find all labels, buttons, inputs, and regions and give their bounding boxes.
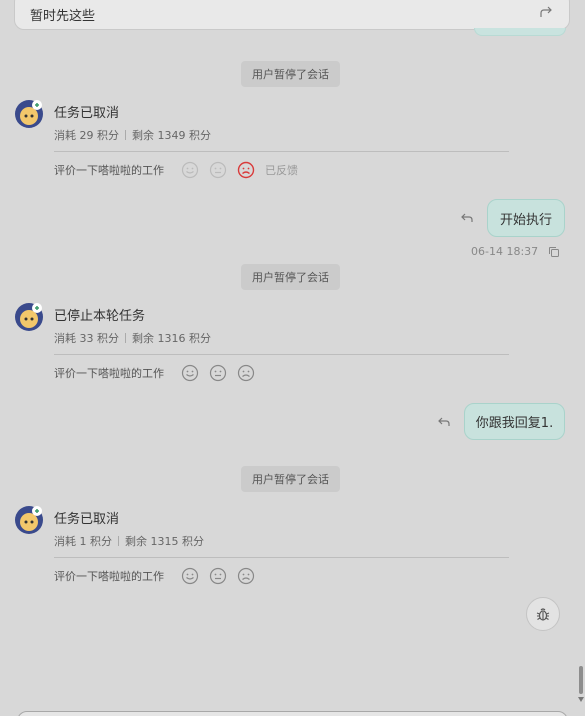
user-message-text: 开始执行: [499, 212, 552, 228]
reply-icon[interactable]: [460, 211, 474, 225]
credits-consumed: 消耗 1 积分: [54, 535, 112, 548]
scrollbar-thumb[interactable]: [579, 666, 583, 694]
share-arrow-icon[interactable]: [539, 5, 553, 19]
system-notice: 用户暂停了会话: [241, 264, 340, 290]
reply-icon[interactable]: [437, 415, 451, 429]
task-status-title: 任务已取消: [54, 106, 120, 121]
frown-icon[interactable]: [237, 567, 255, 585]
debug-button[interactable]: [526, 597, 560, 631]
credits-remaining: 剩余 1316 积分: [132, 332, 211, 345]
chat-page: 暂时先这些 用户暂停了会话 任务已取消 消耗 29 积分 剩余 1349 积分 评…: [0, 0, 585, 716]
credit-info: 消耗 29 积分 剩余 1349 积分: [54, 127, 211, 143]
assistant-avatar: [15, 506, 43, 534]
credit-info: 消耗 1 积分 剩余 1315 积分: [54, 533, 204, 549]
credits-consumed: 消耗 33 积分: [54, 332, 119, 345]
neutral-icon[interactable]: [209, 161, 227, 179]
neutral-icon[interactable]: [209, 567, 227, 585]
assistant-avatar: [15, 303, 43, 331]
smile-icon[interactable]: [181, 567, 199, 585]
rating-label: 评价一下嗒啦啦的工作: [54, 367, 164, 380]
neutral-icon[interactable]: [209, 364, 227, 382]
smile-icon[interactable]: [181, 161, 199, 179]
credits-consumed: 消耗 29 积分: [54, 129, 119, 142]
meta-separator: [118, 536, 119, 546]
rating-row: 评价一下嗒啦啦的工作: [54, 364, 265, 382]
system-notice: 用户暂停了会话: [241, 466, 340, 492]
task-status-title: 已停止本轮任务: [54, 309, 146, 324]
message-divider: [54, 557, 509, 558]
feedback-status: 已反馈: [265, 164, 298, 177]
assistant-avatar: [15, 100, 43, 128]
rating-label: 评价一下嗒啦啦的工作: [54, 164, 164, 177]
frown-icon-selected[interactable]: [237, 161, 255, 179]
message-input[interactable]: [17, 711, 568, 716]
bug-icon: [536, 608, 550, 621]
message-divider: [54, 354, 509, 355]
credits-remaining: 剩余 1315 积分: [125, 535, 204, 548]
credit-info: 消耗 33 积分 剩余 1316 积分: [54, 330, 211, 346]
previous-message-card: 暂时先这些: [14, 0, 570, 30]
system-notice: 用户暂停了会话: [241, 61, 340, 87]
message-timestamp: 06-14 18:37: [471, 245, 539, 258]
meta-separator: [125, 130, 126, 140]
user-message-text: 你跟我回复1.: [475, 416, 554, 431]
frown-icon[interactable]: [237, 364, 255, 382]
meta-separator: [125, 333, 126, 343]
user-message-bubble: 开始执行: [487, 199, 565, 237]
message-divider: [54, 151, 509, 152]
previous-user-bubble-edge: [474, 28, 566, 36]
previous-message-text: 暂时先这些: [30, 9, 96, 24]
rating-row: 评价一下嗒啦啦的工作 已反馈: [54, 161, 298, 179]
user-message-bubble: 你跟我回复1.: [464, 403, 565, 440]
rating-row: 评价一下嗒啦啦的工作: [54, 567, 265, 585]
copy-icon[interactable]: [548, 246, 560, 258]
scroll-down-arrow[interactable]: [578, 697, 584, 702]
credits-remaining: 剩余 1349 积分: [132, 129, 211, 142]
task-status-title: 任务已取消: [54, 512, 120, 527]
rating-label: 评价一下嗒啦啦的工作: [54, 570, 164, 583]
smile-icon[interactable]: [181, 364, 199, 382]
